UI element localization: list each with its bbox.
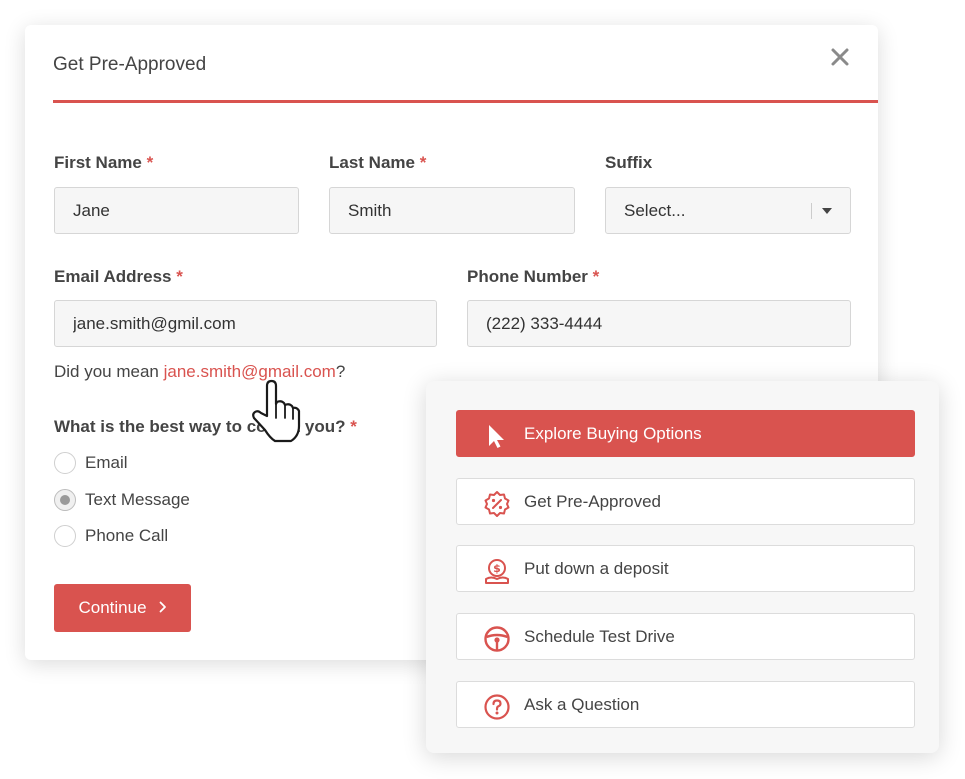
radio-option-phone-call[interactable]: Phone Call bbox=[54, 525, 168, 547]
steering-wheel-icon bbox=[484, 626, 510, 652]
question-circle-icon bbox=[484, 694, 510, 720]
caret-down-icon bbox=[822, 208, 832, 214]
email-field[interactable] bbox=[54, 300, 437, 347]
radio-option-text-message[interactable]: Text Message bbox=[54, 489, 190, 511]
email-label: Email Address * bbox=[54, 267, 183, 286]
get-pre-approved-button[interactable]: Get Pre-Approved bbox=[456, 478, 915, 525]
dollar-hand-icon: $ bbox=[485, 559, 509, 584]
option-label: Schedule Test Drive bbox=[524, 626, 675, 646]
required-marker: * bbox=[419, 153, 427, 172]
hand-pointer-icon bbox=[252, 379, 301, 443]
suffix-label: Suffix bbox=[605, 153, 653, 172]
option-label: Explore Buying Options bbox=[524, 423, 702, 443]
radio-option-email[interactable]: Email bbox=[54, 452, 128, 474]
first-name-label: First Name * bbox=[54, 153, 154, 172]
modal-title: Get Pre-Approved bbox=[53, 54, 207, 75]
continue-button[interactable]: Continue bbox=[54, 584, 191, 632]
last-name-label: Last Name * bbox=[329, 153, 427, 172]
svg-text:$: $ bbox=[493, 562, 501, 575]
required-marker: * bbox=[176, 267, 183, 286]
first-name-field[interactable] bbox=[54, 187, 299, 234]
phone-label: Phone Number * bbox=[467, 267, 600, 286]
option-label: Put down a deposit bbox=[524, 558, 669, 578]
suffix-select[interactable]: Select... bbox=[605, 187, 851, 234]
required-marker: * bbox=[146, 153, 154, 172]
radio-label: Email bbox=[85, 453, 128, 472]
radio-button[interactable] bbox=[54, 452, 76, 474]
last-name-field[interactable] bbox=[329, 187, 575, 234]
required-marker: * bbox=[592, 267, 600, 286]
ask-a-question-button[interactable]: Ask a Question bbox=[456, 681, 915, 728]
radio-button[interactable] bbox=[54, 525, 76, 547]
contact-method-question: What is the best way to co t you? * bbox=[54, 417, 357, 436]
percent-badge-icon bbox=[484, 491, 510, 517]
modal-header: Get Pre-Approved bbox=[53, 25, 878, 103]
radio-label: Phone Call bbox=[85, 526, 169, 545]
explore-buying-options-button[interactable]: Explore Buying Options bbox=[456, 410, 915, 457]
close-icon[interactable] bbox=[830, 47, 850, 67]
schedule-test-drive-button[interactable]: Schedule Test Drive bbox=[456, 613, 915, 660]
put-down-deposit-button[interactable]: $ Put down a deposit bbox=[456, 545, 915, 592]
pointer-icon bbox=[489, 425, 504, 448]
phone-field[interactable] bbox=[467, 300, 851, 347]
radio-button-checked[interactable] bbox=[54, 489, 76, 511]
option-label: Ask a Question bbox=[524, 694, 640, 714]
chevron-right-icon bbox=[159, 600, 167, 617]
required-marker: * bbox=[350, 417, 357, 436]
select-divider bbox=[811, 203, 812, 219]
options-panel: Explore Buying Options Get Pre-Approved … bbox=[426, 381, 939, 753]
suffix-select-value: Select... bbox=[624, 201, 686, 220]
radio-label: Text Message bbox=[85, 490, 190, 509]
option-label: Get Pre-Approved bbox=[524, 491, 662, 511]
